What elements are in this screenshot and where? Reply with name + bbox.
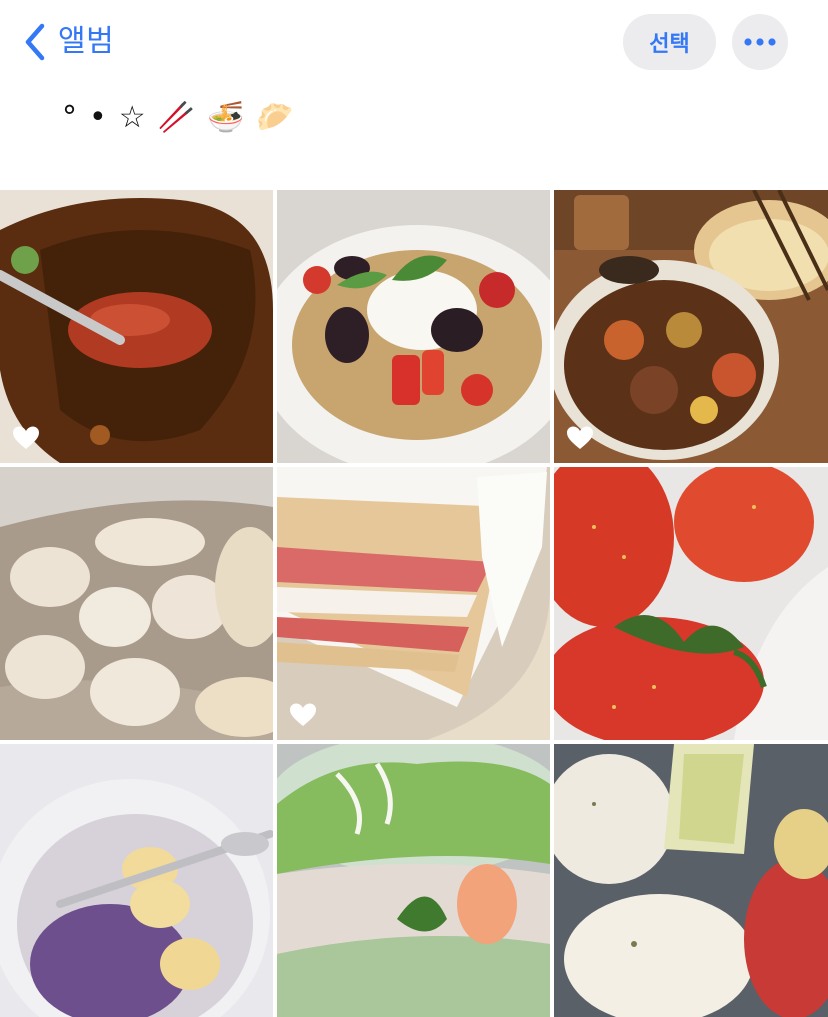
photo-image — [277, 467, 550, 740]
photo-image — [554, 744, 828, 1017]
photo-image — [0, 190, 273, 463]
photo-image — [554, 190, 828, 463]
photo-thumbnail[interactable] — [277, 190, 550, 463]
navigation-bar: 앨범 선택 — [0, 0, 828, 84]
photo-thumbnail[interactable] — [554, 744, 828, 1017]
photo-thumbnail[interactable] — [0, 467, 273, 740]
photo-thumbnail[interactable] — [554, 190, 828, 463]
photo-image — [554, 467, 828, 740]
favorite-heart-icon — [567, 426, 593, 449]
favorite-heart-icon — [13, 426, 39, 449]
chevron-left-icon — [20, 20, 50, 64]
back-label: 앨범 — [58, 24, 115, 59]
title-glyph-dot: • — [89, 100, 107, 135]
photo-image — [0, 744, 273, 1017]
more-button[interactable] — [732, 14, 788, 70]
back-button[interactable]: 앨범 — [20, 20, 114, 64]
ellipsis-icon — [744, 38, 776, 46]
title-glyph-ring: ° — [62, 100, 77, 135]
noodle-bowl-emoji: 🍜 — [206, 100, 245, 135]
photo-thumbnail[interactable] — [277, 744, 550, 1017]
photo-thumbnail[interactable] — [0, 190, 273, 463]
photo-thumbnail[interactable] — [0, 744, 273, 1017]
photo-grid — [0, 190, 828, 1017]
chopsticks-emoji: 🥢 — [157, 100, 195, 135]
photo-thumbnail[interactable] — [554, 467, 828, 740]
dumpling-emoji: 🥟 — [256, 100, 294, 135]
photo-image — [277, 744, 550, 1017]
favorite-heart-icon — [290, 703, 316, 726]
select-button[interactable]: 선택 — [623, 14, 716, 70]
photo-thumbnail[interactable] — [277, 467, 550, 740]
title-glyph-star: ☆ — [118, 100, 146, 135]
photo-image — [0, 467, 273, 740]
photo-image — [277, 190, 550, 463]
album-title: ° • ☆ 🥢 🍜 🥟 — [62, 92, 294, 144]
